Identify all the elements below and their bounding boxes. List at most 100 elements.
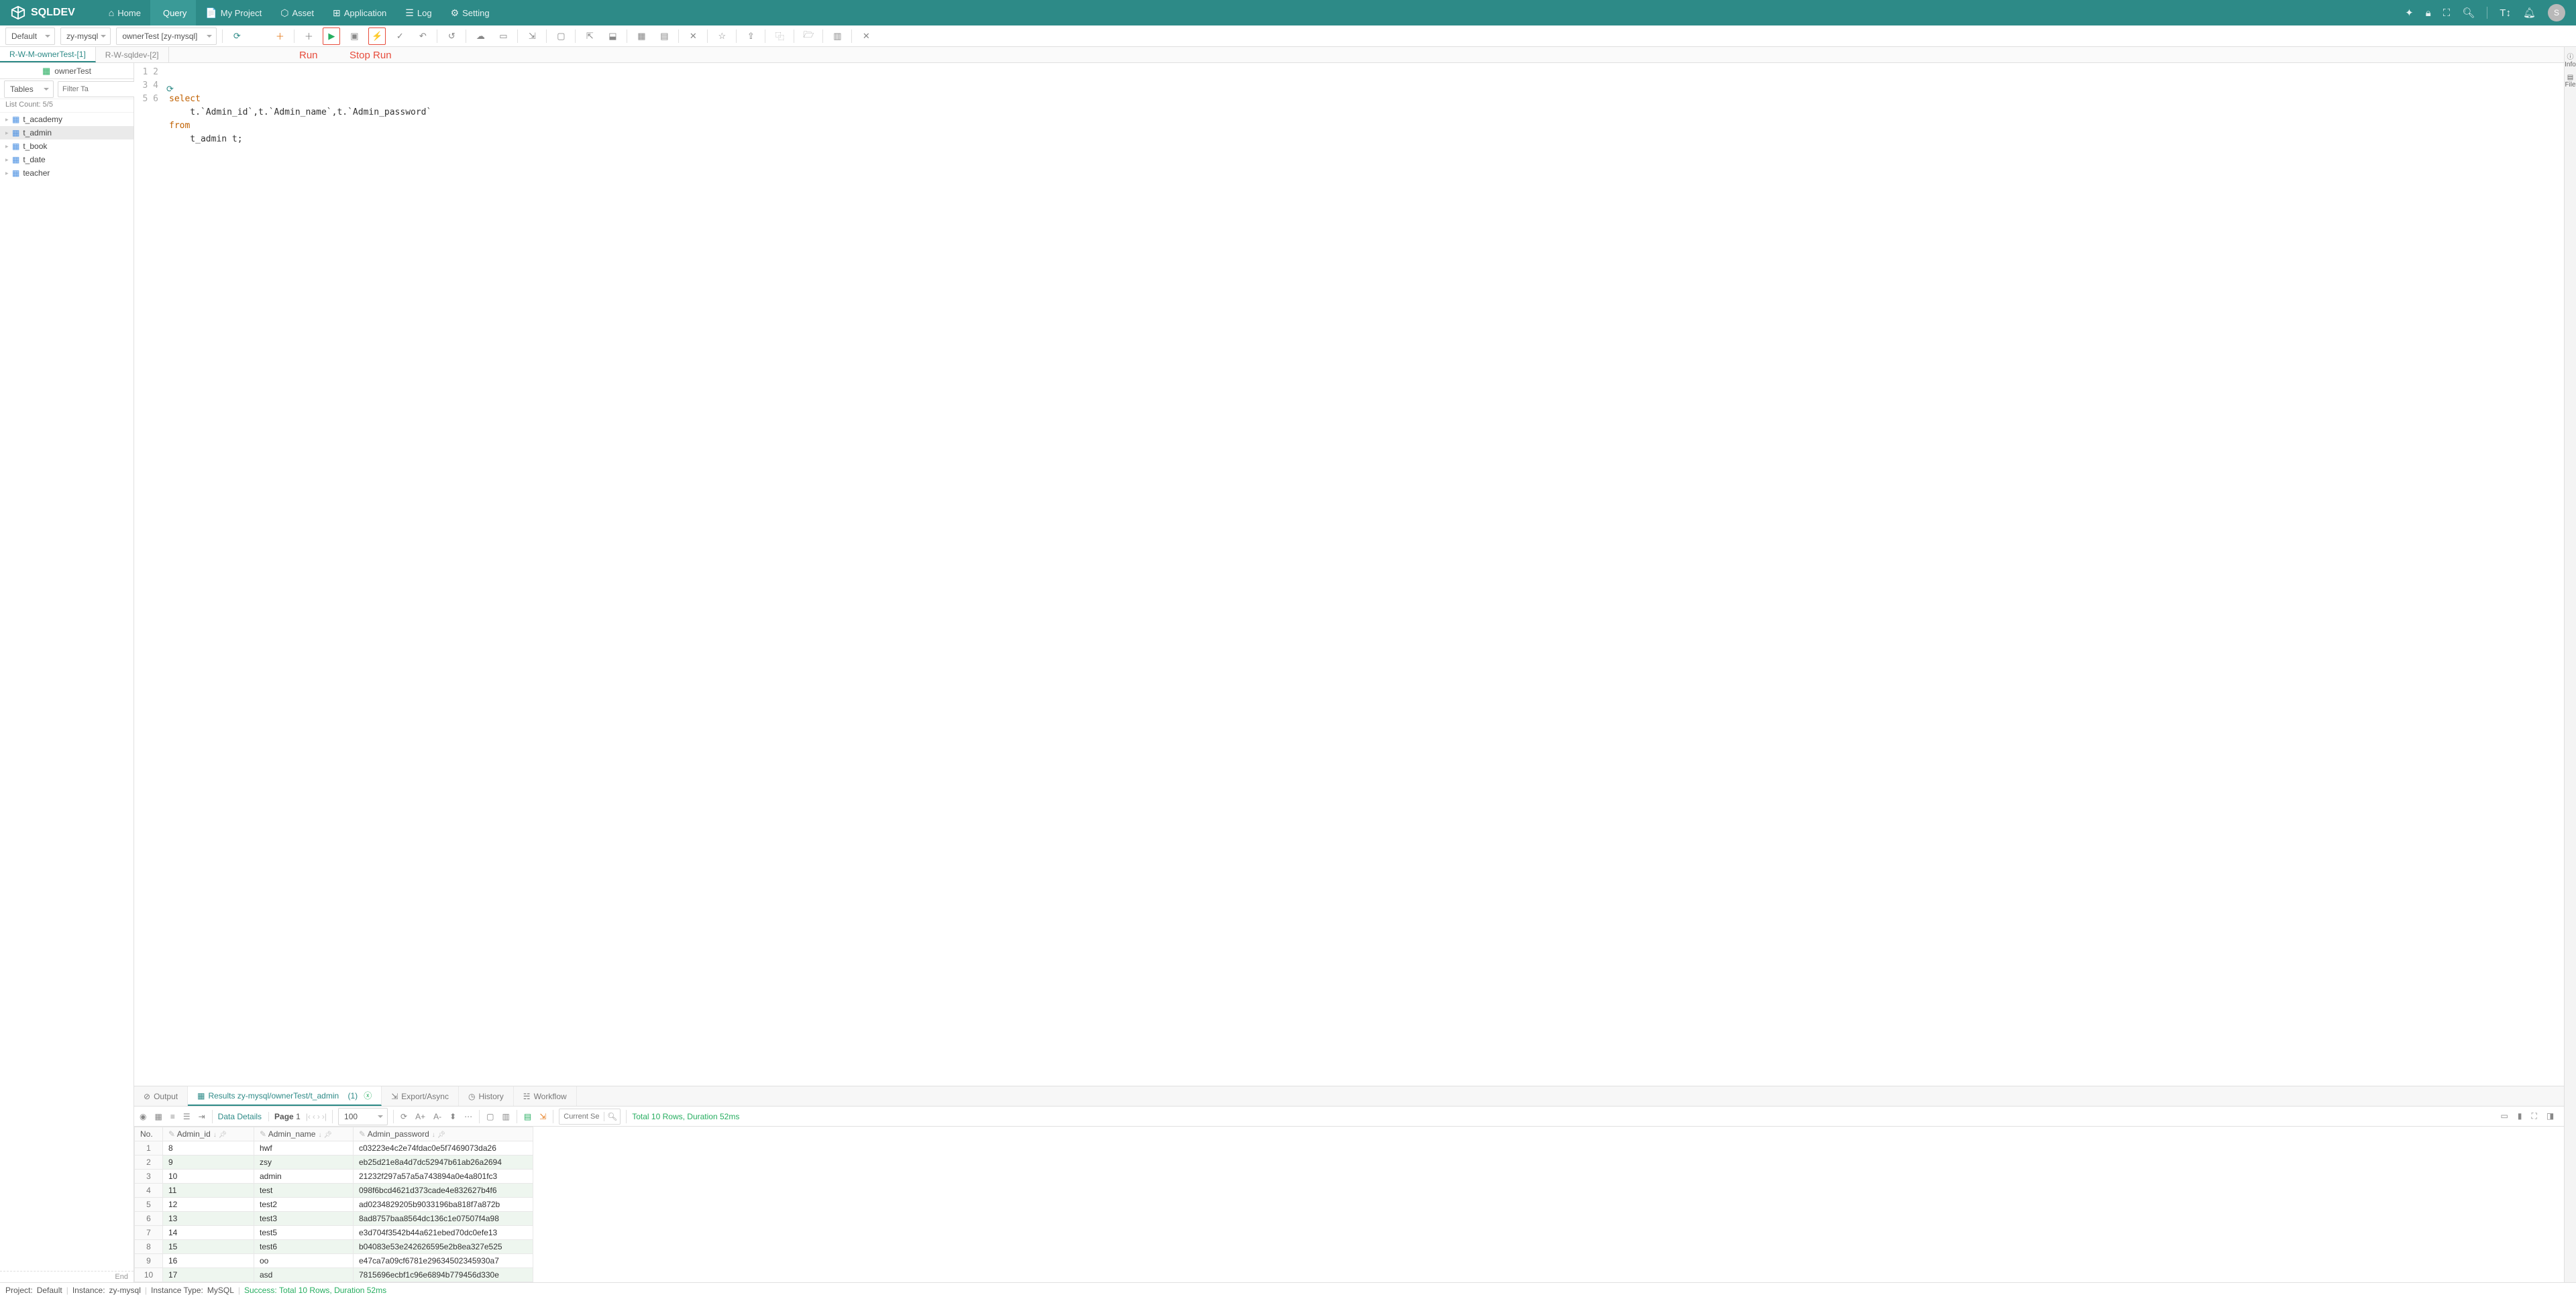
col-header-admin-password[interactable]: ✎ Admin_password↓ 📌︎ <box>354 1127 533 1141</box>
nav-query[interactable]: Query <box>150 0 196 25</box>
pager-last-icon[interactable]: ›| <box>322 1112 327 1121</box>
expand-icon[interactable]: ⛶ <box>2530 1110 2538 1123</box>
save-icon[interactable]: ▭ <box>494 27 512 45</box>
export-grid-icon[interactable]: ⇲ <box>538 1111 547 1123</box>
nav-log[interactable]: ☰Log <box>396 0 441 25</box>
tab-results[interactable]: ▦Results zy-mysql/ownerTest/t_admin (1)ⓧ <box>188 1086 382 1106</box>
cell-admin-id[interactable]: 15 <box>163 1240 254 1254</box>
cell-admin-id[interactable]: 11 <box>163 1184 254 1198</box>
cell-admin-password[interactable]: e47ca7a09cf6781e29634502345930a7 <box>354 1254 533 1268</box>
tools-icon[interactable]: ✕ <box>857 27 875 45</box>
upload-icon[interactable]: ⇪ <box>742 27 759 45</box>
object-type-select[interactable]: Tables <box>4 80 54 98</box>
commit-icon[interactable]: ✓ <box>391 27 409 45</box>
export-icon[interactable]: ⇲ <box>523 27 541 45</box>
row-height-icon[interactable]: ⬍ <box>448 1111 458 1123</box>
table-row[interactable]: 1017asd7815696ecbf1c96e6894b779456d330e <box>135 1268 533 1282</box>
view-card-icon[interactable]: ▭ <box>2500 1110 2510 1123</box>
tree-item-t_academy[interactable]: ▸▦t_academy <box>0 113 133 126</box>
toggle-wrap-icon[interactable]: ▦ <box>153 1111 163 1123</box>
nav-home[interactable]: ⌂Home <box>99 0 150 25</box>
cell-admin-name[interactable]: test6 <box>254 1240 354 1254</box>
col-header-admin-name[interactable]: ✎ Admin_name↓ 📌︎ <box>254 1127 354 1141</box>
table-row[interactable]: 411test098f6bcd4621d373cade4e832627b4f6 <box>135 1184 533 1198</box>
instance-select[interactable]: zy-mysql <box>60 27 111 45</box>
brand-logo[interactable]: SQLDEV <box>11 5 75 20</box>
cell-admin-password[interactable]: b04083e53e242626595e2b8ea327e525 <box>354 1240 533 1254</box>
run-button[interactable]: ▶ <box>323 27 340 45</box>
avatar[interactable]: S <box>2548 4 2565 21</box>
format-icon[interactable]: ✕ <box>684 27 702 45</box>
schema-select[interactable]: ownerTest [zy-mysql] <box>116 27 217 45</box>
view-chart-icon[interactable]: ▮ <box>2516 1110 2524 1123</box>
table-row[interactable]: 29zsyeb25d21e8a4d7dc52947b61ab26a2694 <box>135 1155 533 1170</box>
cell-admin-name[interactable]: test5 <box>254 1226 354 1240</box>
bell-icon[interactable]: 🔔︎ <box>2523 7 2536 19</box>
cell-admin-password[interactable]: ad0234829205b9033196ba818f7a872b <box>354 1198 533 1212</box>
result-grid[interactable]: No. ✎ Admin_id↓ 📌︎ ✎ Admin_name↓ 📌︎ ✎ Ad… <box>134 1127 2576 1282</box>
font-size-icon[interactable]: T↕ <box>2500 7 2511 19</box>
table-row[interactable]: 714test5e3d704f3542b44a621ebed70dc0efe13 <box>135 1226 533 1240</box>
pager-next-icon[interactable]: › <box>317 1112 320 1121</box>
table-row[interactable]: 916ooe47ca7a09cf6781e29634502345930a7 <box>135 1254 533 1268</box>
cell-admin-name[interactable]: test3 <box>254 1212 354 1226</box>
table-row[interactable]: 310admin21232f297a57a5a743894a0e4a801fc3 <box>135 1170 533 1184</box>
nav-application[interactable]: ⊞Application <box>323 0 396 25</box>
nav-setting[interactable]: ⚙Setting <box>441 0 499 25</box>
cell-admin-id[interactable]: 16 <box>163 1254 254 1268</box>
eye-icon[interactable]: ◉ <box>138 1111 148 1123</box>
search-icon[interactable]: 🔍︎ <box>2462 7 2475 19</box>
cell-admin-id[interactable]: 17 <box>163 1268 254 1282</box>
align-wide-icon[interactable]: ☰ <box>182 1111 192 1123</box>
cell-admin-name[interactable]: hwf <box>254 1141 354 1155</box>
col-header-admin-id[interactable]: ✎ Admin_id↓ 📌︎ <box>163 1127 254 1141</box>
snippet-b-icon[interactable]: ▤ <box>655 27 673 45</box>
stop-run-button[interactable]: ⚡ <box>368 27 386 45</box>
file-tab[interactable]: R-W-sqldev-[2] <box>96 47 169 62</box>
window-icon[interactable]: ▢ <box>552 27 570 45</box>
copy-icon[interactable]: ⿻ <box>771 27 788 45</box>
cell-admin-id[interactable]: 8 <box>163 1141 254 1155</box>
cell-admin-name[interactable]: oo <box>254 1254 354 1268</box>
align-left-icon[interactable]: ≡ <box>169 1111 176 1123</box>
sql-editor[interactable]: 1 2 3 4 5 6 select t.`Admin_id`,t.`Admin… <box>134 63 2576 1086</box>
pager-prev-icon[interactable]: ‹ <box>313 1112 315 1121</box>
folder-open-icon[interactable]: 🗁︎ <box>800 27 817 45</box>
import-b-icon[interactable]: ⬓ <box>604 27 621 45</box>
cell-admin-name[interactable]: zsy <box>254 1155 354 1170</box>
table-row[interactable]: 512test2ad0234829205b9033196ba818f7a872b <box>135 1198 533 1212</box>
refresh-icon[interactable]: ⟳ <box>228 27 246 45</box>
run-selection-icon[interactable]: ▣ <box>345 27 363 45</box>
grid-search-button[interactable]: 🔍︎ <box>604 1112 620 1121</box>
rows-per-page-select[interactable]: 100 <box>338 1108 388 1125</box>
cell-admin-password[interactable]: c03223e4c2e74fdac0e5f7469073da26 <box>354 1141 533 1155</box>
table-row[interactable]: 18hwfc03223e4c2e74fdac0e5f7469073da26 <box>135 1141 533 1155</box>
tree-item-t_book[interactable]: ▸▦t_book <box>0 139 133 153</box>
cell-admin-password[interactable]: 8ad8757baa8564dc136c1e07507f4a98 <box>354 1212 533 1226</box>
nav-asset[interactable]: ⬡Asset <box>271 0 323 25</box>
more-icon[interactable]: ⋯ <box>463 1111 474 1123</box>
rail-info[interactable]: ⓘInfo <box>2565 51 2576 68</box>
import-a-icon[interactable]: ⇱ <box>581 27 598 45</box>
layout-icon[interactable]: ▥ <box>828 27 846 45</box>
cell-admin-password[interactable]: 21232f297a57a5a743894a0e4a801fc3 <box>354 1170 533 1184</box>
add-tab-icon[interactable]: ＋ <box>271 27 288 45</box>
grid-lines-icon[interactable]: ▥ <box>501 1111 511 1123</box>
table-row[interactable]: 613test38ad8757baa8564dc136c1e07507f4a98 <box>135 1212 533 1226</box>
editor-code[interactable]: select t.`Admin_id`,t.`Admin_name`,t.`Ad… <box>164 63 2576 1086</box>
rollback-icon[interactable]: ↶ <box>414 27 431 45</box>
pager-first-icon[interactable]: |‹ <box>306 1112 311 1121</box>
close-results-icon[interactable]: ⓧ <box>364 1090 372 1101</box>
rail-file[interactable]: ▤File <box>2565 74 2575 89</box>
collapse-icon[interactable]: ⇥ <box>197 1111 207 1123</box>
freeze-icon[interactable]: ▢ <box>485 1111 495 1123</box>
cell-admin-id[interactable]: 14 <box>163 1226 254 1240</box>
data-details-link[interactable]: Data Details <box>218 1112 269 1121</box>
tree-item-t_admin[interactable]: ▸▦t_admin <box>0 126 133 139</box>
history-icon[interactable]: ↺ <box>443 27 460 45</box>
refresh-results-icon[interactable]: ⟳ <box>399 1111 409 1123</box>
plus-small-icon[interactable]: ＋ <box>300 27 317 45</box>
cell-admin-name[interactable]: test2 <box>254 1198 354 1212</box>
dock-icon[interactable]: ◨ <box>2545 1110 2555 1123</box>
tab-history[interactable]: ◷History <box>459 1086 514 1106</box>
